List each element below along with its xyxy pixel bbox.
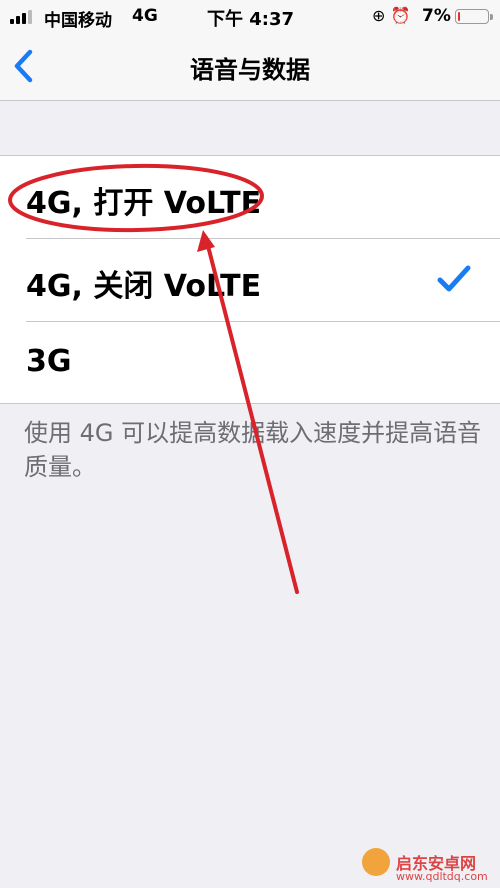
clock: 下午 4:37 [207,9,295,30]
battery-icon [455,9,489,24]
battery-percent: 7% [422,6,451,26]
carrier-name: 中国移动 [44,11,112,31]
option-label: 4G, 关闭 VoLTE [26,269,262,304]
watermark-url: www.qdltdq.com [396,870,488,883]
battery-level-fill [457,11,460,21]
page-title: 语音与数据 [190,56,310,84]
option-3g[interactable]: 3G [0,322,500,404]
network-type: 4G [132,6,158,26]
rotation-alarm-icons: ⊕ ⏰ [372,6,411,25]
option-label: 3G [26,344,72,379]
voice-data-options: 4G, 打开 VoLTE 4G, 关闭 VoLTE 3G [0,155,500,404]
battery-tip [490,14,493,20]
navigation-bar: 语音与数据 [0,34,500,101]
signal-strength-icon [10,10,36,24]
footer-description: 使用 4G 可以提高数据载入速度并提高语音质量。 [24,419,482,481]
watermark-logo-icon [362,848,390,876]
option-4g-volte-off[interactable]: 4G, 关闭 VoLTE [0,239,500,321]
option-label: 4G, 打开 VoLTE [26,186,262,221]
option-4g-volte-on[interactable]: 4G, 打开 VoLTE [0,156,500,238]
status-bar: 中国移动 4G 下午 4:37 ⊕ ⏰ 7% [0,0,500,34]
checkmark-icon [437,265,471,292]
